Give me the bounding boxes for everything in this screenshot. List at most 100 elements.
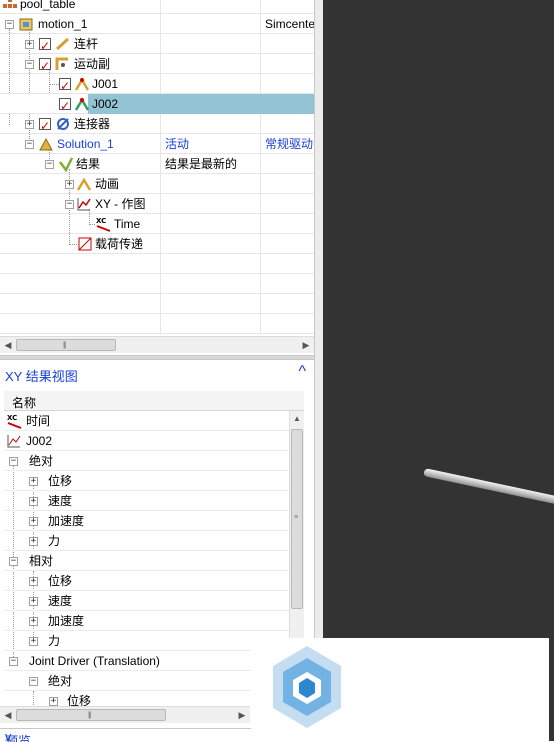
xy-row-displacement[interactable]: + 位移 (4, 691, 289, 706)
tree-row-load-transfer[interactable]: 载荷传递 (0, 234, 314, 254)
xy-row-joint-driver[interactable]: − Joint Driver (Translation) (4, 651, 289, 671)
xy-label: 加速度 (48, 514, 85, 528)
xy-label: J002 (26, 434, 53, 448)
svg-text:XC: XC (96, 217, 106, 225)
tree-label: pool_table (20, 0, 76, 11)
xy-row-velocity[interactable]: + 速度 (4, 591, 289, 611)
time-icon: XC (6, 413, 22, 429)
collapse-toggle[interactable]: − (29, 677, 38, 686)
scroll-thumb[interactable]: ≡ (291, 429, 303, 609)
tree-label: Solution_1 (57, 137, 114, 151)
expand-toggle[interactable]: + (65, 180, 74, 189)
joint-icon (74, 76, 90, 92)
tree-col3: 常规驱动 (260, 134, 314, 154)
xy-row-absolute[interactable]: − 绝对 (4, 671, 289, 691)
visibility-checkbox[interactable] (39, 36, 51, 54)
expand-toggle[interactable]: + (29, 497, 38, 506)
xy-plot-icon (76, 196, 92, 212)
tree-row-connectors[interactable]: + 连接器 (0, 114, 314, 134)
scroll-up-arrow[interactable]: ▲ (291, 413, 303, 425)
xy-row-j002[interactable]: J002 (4, 431, 289, 451)
chevron-up-icon[interactable]: ^ (298, 363, 306, 381)
tree-label: J002 (92, 97, 119, 111)
tree-label: J001 (92, 77, 119, 91)
left-panel: pool_table − motion_1 Simcente + ✓ 连杆 − … (0, 0, 314, 742)
xy-row-velocity[interactable]: + 速度 (4, 491, 289, 511)
collapse-toggle[interactable]: − (25, 60, 34, 69)
collapse-toggle[interactable]: − (65, 200, 74, 209)
xy-label: 相对 (29, 554, 54, 568)
scroll-left-arrow[interactable]: ◀ (2, 709, 14, 721)
xy-row-acceleration[interactable]: + 加速度 (4, 611, 289, 631)
xy-row-time[interactable]: XC 时间 (4, 411, 289, 431)
xy-row-displacement[interactable]: + 位移 (4, 571, 289, 591)
expand-toggle[interactable]: + (29, 577, 38, 586)
expand-toggle[interactable]: + (25, 40, 34, 49)
collapse-toggle[interactable]: − (9, 657, 18, 666)
xy-panel-title: XY 结果视图 (5, 369, 78, 384)
collapse-toggle[interactable]: − (45, 160, 54, 169)
expand-toggle[interactable]: + (49, 697, 58, 706)
graphics-viewport[interactable] (323, 0, 554, 741)
visibility-checkbox[interactable] (39, 56, 51, 74)
tree-row-animation[interactable]: + 动画 (0, 174, 314, 194)
tree-row-pool-table[interactable]: pool_table (0, 0, 314, 14)
tree-row-j002[interactable]: J002 (0, 94, 314, 114)
xy-panel-header[interactable]: XY 结果视图 ^ (0, 360, 314, 388)
tree-label: 连接器 (74, 117, 111, 131)
expand-toggle[interactable]: + (29, 597, 38, 606)
tree-row-empty (0, 254, 314, 274)
tree-row-motion[interactable]: − motion_1 Simcente (0, 14, 314, 34)
xy-label: 时间 (26, 414, 51, 428)
visibility-checkbox[interactable] (59, 76, 71, 94)
load-transfer-icon (77, 236, 93, 252)
navigator-horizontal-scrollbar[interactable]: ◀ ||| ▶ (0, 336, 314, 353)
collapse-toggle[interactable]: − (9, 557, 18, 566)
results-icon (58, 156, 74, 173)
xy-row-absolute[interactable]: − 绝对 (4, 451, 289, 471)
xy-horizontal-scrollbar[interactable]: ◀ ||| ▶ (0, 706, 250, 723)
collapse-toggle[interactable]: − (25, 140, 34, 149)
expand-toggle[interactable]: + (29, 477, 38, 486)
resource-bar-divider[interactable] (314, 0, 323, 741)
xy-row-force[interactable]: + 力 (4, 531, 289, 551)
visibility-checkbox[interactable] (39, 116, 51, 134)
scroll-left-arrow[interactable]: ◀ (2, 339, 14, 351)
tree-row-xy-plot[interactable]: − XY - 作图 (0, 194, 314, 214)
tree-label: 载荷传递 (95, 237, 144, 251)
xy-label: 绝对 (48, 674, 73, 688)
collapse-toggle[interactable]: − (9, 457, 18, 466)
tree-row-time[interactable]: XC Time (0, 214, 314, 234)
tree-row-j001[interactable]: J001 (0, 74, 314, 94)
motion-navigator: pool_table − motion_1 Simcente + ✓ 连杆 − … (0, 0, 314, 334)
logo-overlay (251, 638, 549, 741)
expand-toggle[interactable]: + (29, 637, 38, 646)
expand-toggle[interactable]: + (29, 537, 38, 546)
scroll-right-arrow[interactable]: ▶ (236, 709, 248, 721)
tree-row-results[interactable]: − 结果 结果是最新的 (0, 154, 314, 174)
expand-toggle[interactable]: + (25, 120, 34, 129)
tree-row-joints[interactable]: − 运动副 (0, 54, 314, 74)
connector-icon (55, 116, 71, 132)
tree-row-solution[interactable]: − Solution_1 活动 常规驱动 (0, 134, 314, 154)
expand-toggle[interactable]: + (29, 517, 38, 526)
joint-icon (55, 56, 71, 72)
xy-row-relative[interactable]: − 相对 (4, 551, 289, 571)
tree-row-empty (0, 274, 314, 294)
xy-row-displacement[interactable]: + 位移 (4, 471, 289, 491)
xy-label: 绝对 (29, 454, 54, 468)
expand-toggle[interactable]: + (29, 617, 38, 626)
visibility-checkbox[interactable] (59, 96, 71, 114)
xy-row-force[interactable]: + 力 (4, 631, 289, 651)
scroll-thumb[interactable]: ||| (16, 709, 166, 721)
scroll-thumb[interactable]: ||| (16, 339, 116, 351)
xy-row-acceleration[interactable]: + 加速度 (4, 511, 289, 531)
tree-label: 运动副 (74, 57, 111, 71)
xy-result-tree: XC 时间 J002 − 绝对 + 位移 + 速度 + 加速度 + 力 − 相对… (4, 411, 289, 706)
motion-icon (18, 16, 34, 32)
animation-icon (76, 176, 92, 192)
collapse-toggle[interactable]: − (5, 20, 14, 29)
tree-row-links[interactable]: + 连杆 (0, 34, 314, 54)
column-header-name[interactable]: 名称 (4, 391, 304, 411)
scroll-right-arrow[interactable]: ▶ (300, 339, 312, 351)
